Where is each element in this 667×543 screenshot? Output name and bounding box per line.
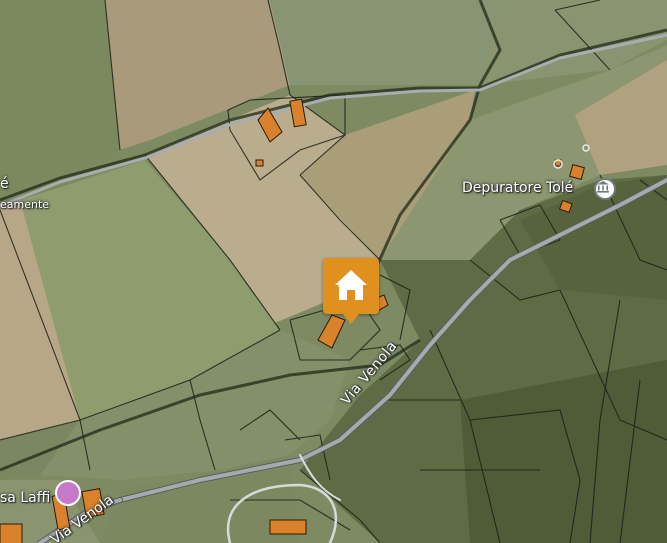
edge-label-top: é — [0, 176, 9, 192]
home-marker[interactable] — [323, 258, 379, 324]
museum-icon-glyph — [597, 181, 609, 193]
depuratore-label: Depuratore Tolé — [462, 180, 574, 196]
place-icon[interactable] — [55, 480, 81, 506]
laffi-label: sa Laffi — [0, 490, 51, 506]
map-view[interactable]: Depuratore Tolé Via Venola Via Venola sa… — [0, 0, 667, 543]
museum-icon[interactable] — [594, 178, 616, 200]
edge-label-mid: eamente — [0, 198, 50, 211]
home-icon — [335, 270, 367, 300]
